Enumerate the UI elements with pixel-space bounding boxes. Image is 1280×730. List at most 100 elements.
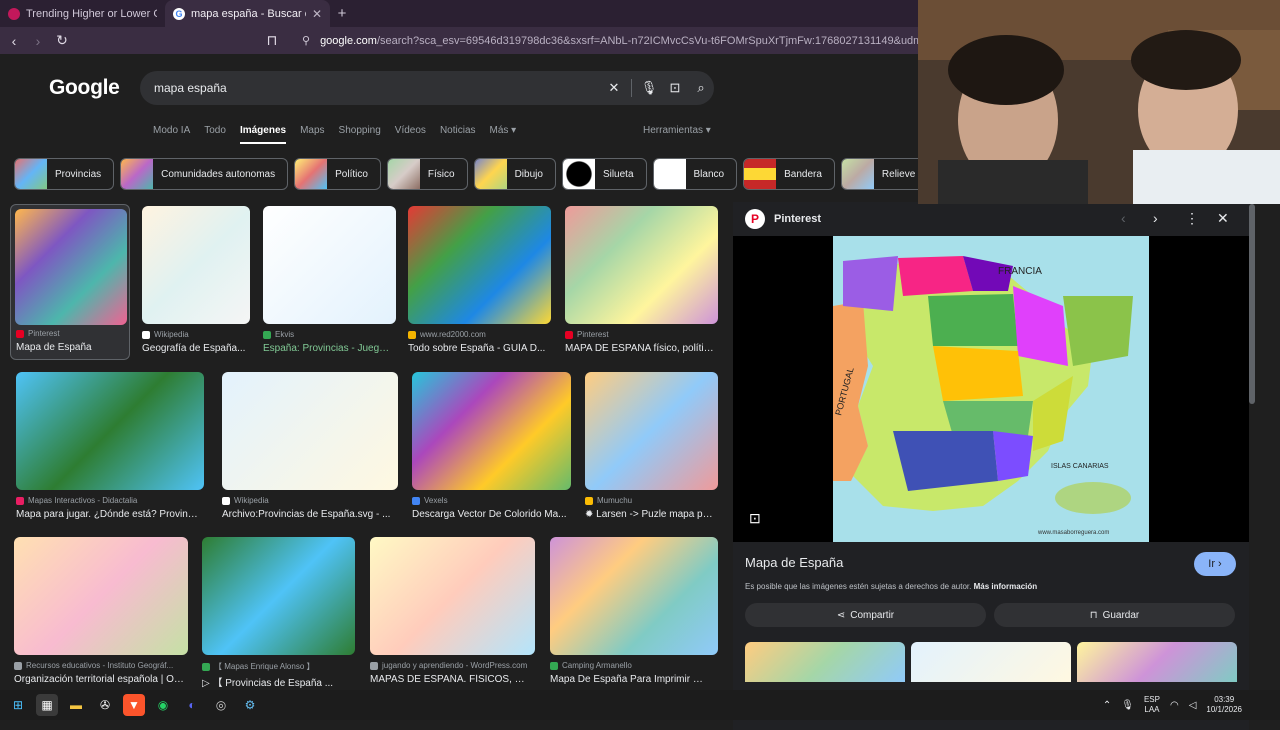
visit-button[interactable]: Ir › [1194,552,1236,576]
result-thumbnail[interactable] [408,206,551,324]
result-source[interactable]: 【 Mapas Enrique Alonso 】 [202,661,355,672]
lens-search-icon[interactable]: ⊡ [749,510,761,527]
clock[interactable]: 03:39 10/1/2026 [1206,695,1242,715]
result-source[interactable]: Ekvis [263,330,396,339]
more-info-link[interactable]: Más información [974,582,1038,591]
save-button[interactable]: ⊓ Guardar [994,603,1235,627]
result-source[interactable]: Pinterest [16,329,136,338]
result-caption[interactable]: Descarga Vector De Colorido Ma... [412,509,567,520]
chip-blanco[interactable]: Blanco [652,158,738,190]
image-result-card[interactable]: Recursos educativos - Instituto Geográf.… [14,537,188,693]
result-caption[interactable]: Mapa para jugar. ¿Dónde está? Provincia.… [16,509,200,520]
image-result-card[interactable]: www.red2000.com Todo sobre España - GUÍA … [408,206,551,362]
result-caption[interactable]: ▷ 【 Provincias de España ... [202,674,351,689]
tab-modo-ia[interactable]: Modo IA [153,125,190,144]
chip-bandera[interactable]: Bandera [743,158,835,190]
address-bar[interactable]: ⚲ google.com/search?sca_esv=69546d319798… [302,30,920,52]
image-result-card[interactable]: Wikipedia Geografía de España... [142,206,250,362]
image-result-card[interactable]: Vexels Descarga Vector De Colorido Ma... [412,372,571,528]
result-thumbnail[interactable] [565,206,718,324]
chip-politico[interactable]: Político [294,158,381,190]
image-result-card[interactable]: Pinterest MAPA DE ESPAÑA físico, político… [565,206,718,362]
result-caption[interactable]: España: Provincias - Juego... [263,343,392,354]
result-caption[interactable]: Mapa de España [16,342,132,353]
tab-maps[interactable]: Maps [300,125,324,144]
whatsapp-icon[interactable]: ◉ [152,694,174,716]
share-button[interactable]: ⋖ Compartir [745,603,986,627]
brave-browser-icon[interactable]: ▼ [123,694,145,716]
result-source[interactable]: Pinterest [565,330,718,339]
tab-google-search[interactable]: G mapa españa - Buscar con Google ✕ [165,0,330,27]
result-source[interactable]: Recursos educativos - Instituto Geográf.… [14,661,188,670]
language-indicator[interactable]: ESP LAA [1144,695,1160,715]
result-thumbnail[interactable] [14,537,188,655]
result-source[interactable]: Wikipedia [142,330,250,339]
image-result-card[interactable]: Ekvis España: Provincias - Juego... [263,206,396,362]
windows-start-icon[interactable]: ⊞ [7,694,29,716]
result-thumbnail[interactable] [263,206,396,324]
chatgpt-icon[interactable]: ✇ [94,694,116,716]
tab-videos[interactable]: Vídeos [395,125,426,144]
result-thumbnail[interactable] [370,537,535,655]
result-thumbnail[interactable] [15,209,127,325]
preview-image-area[interactable]: FRANCIA PORTUGAL ISLAS CANARIAS www.masa… [733,236,1249,542]
search-icon[interactable]: ⌕ [688,80,714,96]
result-source[interactable]: jugando y aprendiendo - WordPress.com [370,661,535,670]
file-explorer-icon[interactable]: ▬ [65,694,87,716]
close-preview-icon[interactable]: ✕ [1217,210,1229,227]
result-caption[interactable]: ✹ Larsen -> Puzle mapa po... [585,509,714,520]
image-result-card[interactable]: Camping Armanello Mapa De España Para Imp… [550,537,718,693]
result-source[interactable]: Camping Armanello [550,661,718,670]
tools-button[interactable]: Herramientas ▾ [643,125,711,136]
back-arrow-icon[interactable]: ‹ [4,33,24,49]
tab-mas[interactable]: Más ▾ [490,125,517,144]
preview-site-name[interactable]: Pinterest [774,213,821,225]
chip-relieve[interactable]: Relieve [840,158,929,190]
result-caption[interactable]: MAPAS DE ESPAÑA. FÍSICOS, PO... [370,674,531,685]
image-result-card[interactable]: Wikipedia Archivo:Provincias de España.sv… [222,372,398,528]
image-result-card[interactable]: Mumuchu ✹ Larsen -> Puzle mapa po... [585,372,718,528]
chrome-icon[interactable]: ◎ [210,694,232,716]
image-result-card[interactable]: 【 Mapas Enrique Alonso 】 ▷ 【 Provincias d… [202,537,355,693]
next-arrow-icon[interactable]: › [1153,210,1158,226]
image-result-card[interactable]: Pinterest Mapa de España [10,204,130,360]
lens-icon[interactable]: ⊡ [662,80,688,96]
result-caption[interactable]: MAPA DE ESPAÑA físico, político... [565,343,714,354]
microphone-tray-icon[interactable]: 🎙 [1121,700,1134,711]
reload-icon[interactable]: ↻ [52,32,72,49]
search-input[interactable]: mapa españa [154,81,601,95]
forward-arrow-icon[interactable]: › [28,33,48,49]
chip-provincias[interactable]: Provincias [14,158,115,190]
related-thumbnail[interactable] [911,642,1071,682]
preview-title[interactable]: Mapa de España [745,555,843,570]
result-source[interactable]: Vexels [412,496,571,505]
close-tab-icon[interactable]: ✕ [312,7,322,21]
result-thumbnail[interactable] [550,537,718,655]
image-result-card[interactable]: Mapas Interactivos - Didactalia Mapa para… [16,372,204,528]
search-box[interactable]: mapa españa ✕ 🎙 ⊡ ⌕ [140,71,714,105]
chevron-up-icon[interactable]: ⌃ [1103,700,1111,711]
bookmark-icon[interactable]: ⊓ [262,32,282,49]
panel-scrollbar[interactable] [1249,204,1255,404]
tab-imagenes[interactable]: Imágenes [239,125,287,144]
related-thumbnail[interactable] [1077,642,1237,682]
result-caption[interactable]: Organización territorial española | Or..… [14,674,184,685]
result-caption[interactable]: Archivo:Provincias de España.svg - ... [222,509,394,520]
clear-search-icon[interactable]: ✕ [601,80,627,96]
chip-comunidades[interactable]: Comunidades autonomas [120,158,289,190]
tab-shopping[interactable]: Shopping [339,125,381,144]
google-logo[interactable]: Google [49,76,120,100]
result-caption[interactable]: Geografía de España... [142,343,246,354]
chip-fisico[interactable]: Físico [386,158,468,190]
result-thumbnail[interactable] [222,372,398,490]
steam-icon[interactable]: ⚙ [239,694,261,716]
result-caption[interactable]: Todo sobre España - GUÍA D... [408,343,547,354]
tab-noticias[interactable]: Noticias [440,125,476,144]
volume-icon[interactable]: ◁ [1189,700,1197,711]
result-thumbnail[interactable] [202,537,355,655]
result-thumbnail[interactable] [585,372,718,490]
chip-dibujo[interactable]: Dibujo [473,158,556,190]
result-source[interactable]: www.red2000.com [408,330,551,339]
widgets-icon[interactable]: ▦ [36,694,58,716]
tab-higher-lower[interactable]: Trending Higher or Lower Games | M [0,0,165,27]
